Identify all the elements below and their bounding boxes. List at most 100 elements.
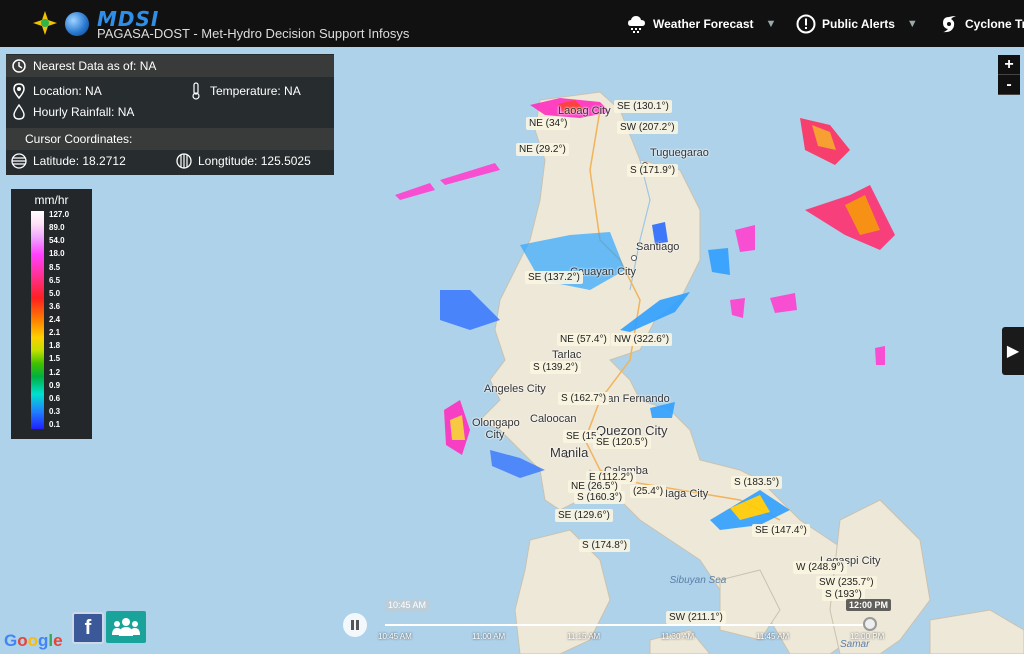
data-info-panel: Nearest Data as of: NA Location: NA Temp… <box>6 54 334 175</box>
legend-tick-label: 0.6 <box>49 393 61 403</box>
longitude-icon <box>176 153 192 169</box>
city-label: Santiago <box>636 241 680 253</box>
wind-label[interactable]: S (183.5°) <box>731 476 783 489</box>
expand-panel-button[interactable]: ▶ <box>1002 327 1024 375</box>
wind-label[interactable]: S (162.7°) <box>558 392 610 405</box>
coordinates-row: Latitude: 18.2712 Longtitude: 125.5025 <box>6 151 334 171</box>
city-label: Naga City <box>660 488 709 500</box>
top-bar: MDSI PAGASA-DOST - Met-Hydro Decision Su… <box>0 0 1024 47</box>
wind-label[interactable]: (25.4°) <box>630 485 667 498</box>
nav-label: Weather Forecast <box>653 17 754 31</box>
legend-tick-label: 0.3 <box>49 406 61 416</box>
timeline-tick: 11:45 AM <box>756 632 790 641</box>
wind-label[interactable]: NW (322.6°) <box>611 333 673 346</box>
location-pin-icon <box>11 83 27 99</box>
wind-label[interactable]: S (171.9°) <box>627 164 679 177</box>
echo-cell <box>875 346 885 365</box>
legend-tick-label: 6.5 <box>49 275 61 285</box>
clock-icon <box>11 58 27 74</box>
legend-tick-label: 54.0 <box>49 236 65 246</box>
chevron-down-icon: ▼ <box>765 18 777 30</box>
legend-tick-label: 1.8 <box>49 341 61 351</box>
nav-cyclone-track[interactable]: Cyclone Trac <box>938 12 1024 36</box>
wind-label[interactable]: NE (57.4°) <box>557 333 610 346</box>
legend-tick-label: 5.0 <box>49 288 61 298</box>
legend-tick-label: 2.1 <box>49 328 61 338</box>
nav-weather-forecast[interactable]: Weather Forecast ▼ <box>626 12 776 36</box>
group-users-icon <box>112 618 140 636</box>
water-label: Sibuyan Sea <box>669 575 727 586</box>
wind-label[interactable]: S (139.2°) <box>530 361 582 374</box>
city-label: Angeles City <box>484 383 546 395</box>
weather-cloud-icon <box>626 13 648 35</box>
chevron-right-icon: ▶ <box>1006 343 1020 360</box>
cursor-coordinates-row: Cursor Coordinates: <box>6 128 334 150</box>
wind-label[interactable]: S (174.8°) <box>579 539 631 552</box>
community-button[interactable] <box>106 611 146 643</box>
zoom-in-button[interactable]: + <box>998 55 1020 75</box>
wind-label[interactable]: SW (207.2°) <box>617 121 678 134</box>
rainfall-row: Hourly Rainfall: NA <box>6 102 334 122</box>
wind-label[interactable]: SE (147.4°) <box>752 524 810 537</box>
legend-tick-label: 0.1 <box>49 420 61 429</box>
legend-tick-label: 3.6 <box>49 301 61 311</box>
legend-tick-label: 127.0 <box>49 210 70 219</box>
pause-button[interactable] <box>343 613 367 637</box>
timeline-tick: 10:45 AM <box>378 632 412 641</box>
wind-label[interactable]: NE (29.2°) <box>516 143 569 156</box>
legend-tick-label: 18.0 <box>49 249 65 259</box>
wind-label[interactable]: W (248.9°) <box>793 561 847 574</box>
legend-tick-label: 2.4 <box>49 315 61 324</box>
latitude-label: Latitude: 18.2712 <box>33 154 126 168</box>
legend-tick-label: 1.2 <box>49 367 61 377</box>
location-row: Location: NA Temperature: NA <box>6 81 334 101</box>
legend-tick-label: 1.5 <box>49 354 61 364</box>
dost-logo-icon <box>65 12 89 36</box>
cursor-coordinates-label: Cursor Coordinates: <box>25 132 133 146</box>
zoom-out-button[interactable]: - <box>998 75 1020 95</box>
timeline-tick: 11:30 AM <box>661 632 695 641</box>
legend-color-bar <box>31 211 44 429</box>
city-label: Manila <box>550 445 589 460</box>
temperature-label: Temperature: NA <box>210 84 301 98</box>
wind-label[interactable]: NE (34°) <box>526 117 571 130</box>
city-label: Laoag City <box>558 105 611 117</box>
facebook-button[interactable]: f <box>72 612 104 644</box>
nav-label: Public Alerts <box>822 17 895 31</box>
timeline-knob[interactable] <box>863 617 877 631</box>
timeline-tick: 12:00 PM <box>850 632 885 641</box>
pagasa-logo-icon <box>33 11 57 35</box>
wind-label[interactable]: SE (129.6°) <box>555 509 613 522</box>
timeline-track[interactable] <box>385 624 870 626</box>
legend-tick-label: 0.9 <box>49 380 61 390</box>
city-label: San Fernando <box>600 393 670 405</box>
alert-icon <box>795 13 817 35</box>
current-time-box: 12:00 PM <box>846 599 892 611</box>
pause-icon <box>351 620 359 630</box>
city-label: Caloocan <box>530 413 577 425</box>
facebook-icon: f <box>84 616 92 639</box>
zoom-control: + - <box>998 55 1020 95</box>
nav-label: Cyclone Trac <box>965 17 1024 31</box>
legend-tick-label: 89.0 <box>49 223 65 233</box>
thermometer-icon <box>188 82 204 100</box>
rainfall-legend: mm/hr 127.0 89.0 54.0 18.0 8.5 6.5 5.0 3.6 2.4 2.… <box>11 189 92 439</box>
chevron-down-icon: ▼ <box>906 18 918 30</box>
city-label: Olongapo City <box>472 417 520 441</box>
legend-unit: mm/hr <box>34 193 69 207</box>
google-logo: Google <box>4 631 63 650</box>
wind-label[interactable]: S (160.3°) <box>574 491 626 504</box>
nav-public-alerts[interactable]: Public Alerts ▼ <box>795 12 918 36</box>
nearest-data-label: Nearest Data as of: NA <box>33 59 157 73</box>
wind-label[interactable]: SE (137.2°) <box>525 271 583 284</box>
city-dot <box>631 255 637 261</box>
hourly-rainfall-label: Hourly Rainfall: NA <box>33 105 135 119</box>
location-label: Location: NA <box>33 84 102 98</box>
app-subtitle: PAGASA-DOST - Met-Hydro Decision Support… <box>97 26 410 41</box>
latitude-icon <box>11 153 27 169</box>
wind-label[interactable]: SE (120.5°) <box>593 436 651 449</box>
wind-label[interactable]: SE (130.1°) <box>614 100 672 113</box>
nearest-data-row: Nearest Data as of: NA <box>6 55 334 77</box>
longitude-label: Longtitude: 125.5025 <box>198 154 311 168</box>
timeline-tick: 11:15 AM <box>567 632 601 641</box>
